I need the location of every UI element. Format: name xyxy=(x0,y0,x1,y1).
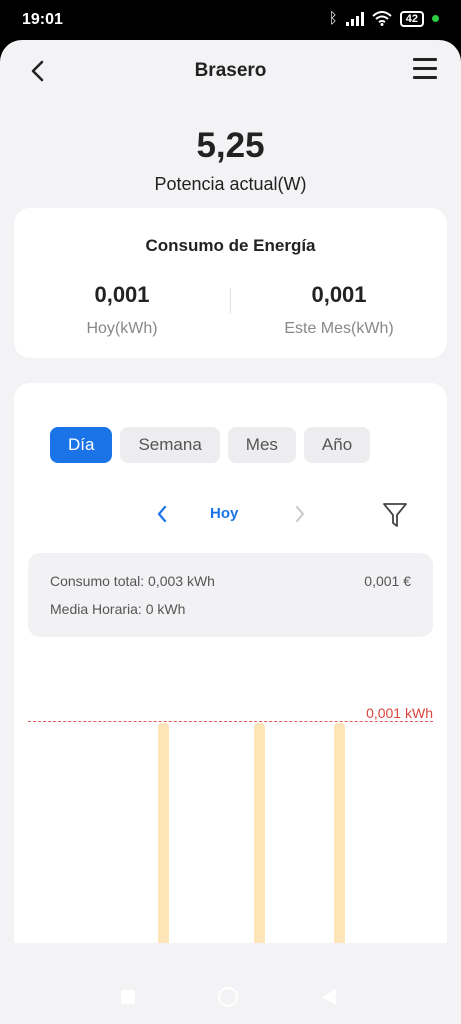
energy-card-title: Consumo de Energía xyxy=(145,236,316,255)
max-reference-line xyxy=(28,721,433,722)
total-cost: 0,001 € xyxy=(364,573,411,589)
signal-icon xyxy=(345,11,364,26)
status-icons: ᛒ 42 xyxy=(329,10,439,27)
hamburger-menu-icon[interactable] xyxy=(413,58,437,80)
bluetooth-icon: ᛒ xyxy=(328,10,338,27)
total-consumption: Consumo total: 0,003 kWh xyxy=(50,573,215,589)
wifi-icon xyxy=(372,11,392,26)
max-reference-label: 0,001 kWh xyxy=(366,705,433,721)
system-back-icon[interactable] xyxy=(322,989,336,1005)
chevron-right-icon[interactable] xyxy=(292,503,308,525)
status-bar: 19:01 ᛒ 42 xyxy=(0,0,461,40)
chevron-left-icon[interactable] xyxy=(154,503,170,525)
system-nav-bar xyxy=(0,943,461,1024)
app-screen: Brasero 5,25 Potencia actual(W) Consumo … xyxy=(0,40,461,1024)
date-navigator: Hoy xyxy=(14,501,447,529)
month-consumption: 0,001 Este Mes(kWh) xyxy=(231,282,447,338)
tab-year[interactable]: Año xyxy=(303,427,371,463)
month-consumption-value: 0,001 xyxy=(311,282,367,307)
chart-card: Día Semana Mes Año Hoy Consumo total: 0,… xyxy=(14,383,447,985)
home-icon[interactable] xyxy=(218,987,238,1007)
page-title: Brasero xyxy=(194,60,267,81)
tab-week[interactable]: Semana xyxy=(120,427,220,463)
tab-month[interactable]: Mes xyxy=(227,427,296,463)
consumption-summary: Consumo total: 0,003 kWh 0,001 € Media H… xyxy=(28,553,433,637)
period-tabs: Día Semana Mes Año xyxy=(50,427,371,463)
today-consumption-label: Hoy(kWh) xyxy=(86,320,158,337)
status-time: 19:01 xyxy=(22,11,63,28)
current-power-value: 5,25 xyxy=(196,126,265,165)
month-consumption-label: Este Mes(kWh) xyxy=(284,320,394,337)
battery-icon: 42 xyxy=(399,10,424,27)
recent-apps-icon[interactable] xyxy=(121,990,135,1004)
today-consumption: 0,001 Hoy(kWh) xyxy=(14,282,230,338)
filter-icon[interactable] xyxy=(382,501,408,529)
app-header: Brasero xyxy=(0,40,461,102)
consumption-chart: 0,001 kWh xyxy=(28,655,433,985)
today-consumption-value: 0,001 xyxy=(94,282,150,307)
notification-dot-icon xyxy=(432,15,439,22)
hourly-average: Media Horaria: 0 kWh xyxy=(50,601,186,617)
date-label: Hoy xyxy=(210,505,239,522)
current-power-label: Potencia actual(W) xyxy=(154,174,307,194)
tab-day[interactable]: Día xyxy=(50,427,113,463)
energy-consumption-card: Consumo de Energía 0,001 Hoy(kWh) 0,001 … xyxy=(14,208,447,358)
